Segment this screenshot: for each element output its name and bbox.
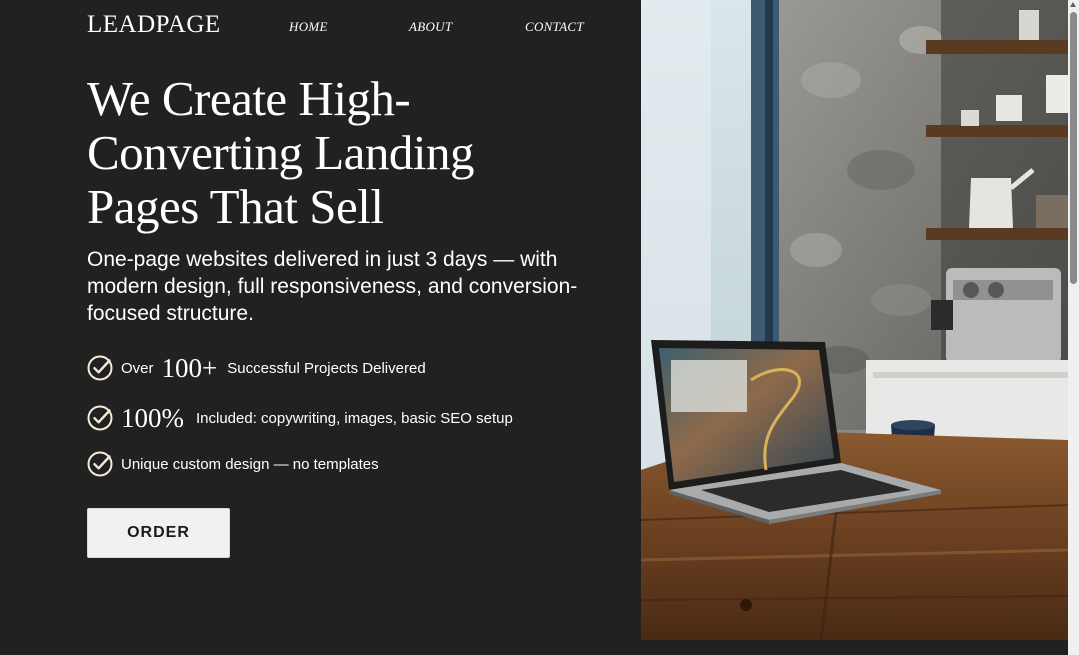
- feature-item-projects: Over 100+ Successful Projects Delivered: [87, 350, 426, 386]
- feature-text: Included: copywriting, images, basic SEO…: [196, 409, 513, 427]
- hero-title-line: We Create High-: [87, 71, 411, 126]
- nav-link-about[interactable]: ABOUT: [409, 19, 452, 35]
- feature-prefix: Over: [121, 359, 154, 377]
- arrow-up-icon[interactable]: [1070, 2, 1076, 7]
- site-logo[interactable]: LEADPAGE: [87, 11, 221, 39]
- feature-stat: 100+: [161, 352, 218, 383]
- nav-link-home[interactable]: HOME: [289, 19, 328, 35]
- feature-item-included: 100% Included: copywriting, images, basi…: [87, 400, 513, 436]
- feature-stat: 100%: [121, 402, 184, 433]
- feature-text: Unique custom design — no templates: [121, 455, 379, 473]
- check-circle-icon: [87, 355, 113, 381]
- check-circle-icon: [87, 405, 113, 431]
- hero-photo-laptop-on-table: [641, 0, 1068, 640]
- check-circle-icon: [87, 451, 113, 477]
- feature-item-design: Unique custom design — no templates: [87, 449, 379, 479]
- hero-title-line: Converting Landing: [87, 125, 475, 180]
- hero-left-panel: LEADPAGE HOME ABOUT CONTACT We Create Hi…: [0, 0, 641, 655]
- hero-title: We Create High- Converting Landing Pages…: [87, 72, 607, 234]
- hero-title-line: Pages That Sell: [87, 179, 384, 234]
- feature-text: Successful Projects Delivered: [227, 359, 426, 377]
- nav-link-contact[interactable]: CONTACT: [525, 19, 584, 35]
- hero-subtitle: One-page websites delivered in just 3 da…: [87, 248, 578, 325]
- scrollbar-thumb[interactable]: [1070, 12, 1077, 284]
- page-scrollbar[interactable]: [1068, 0, 1079, 655]
- order-button[interactable]: ORDER: [87, 508, 230, 558]
